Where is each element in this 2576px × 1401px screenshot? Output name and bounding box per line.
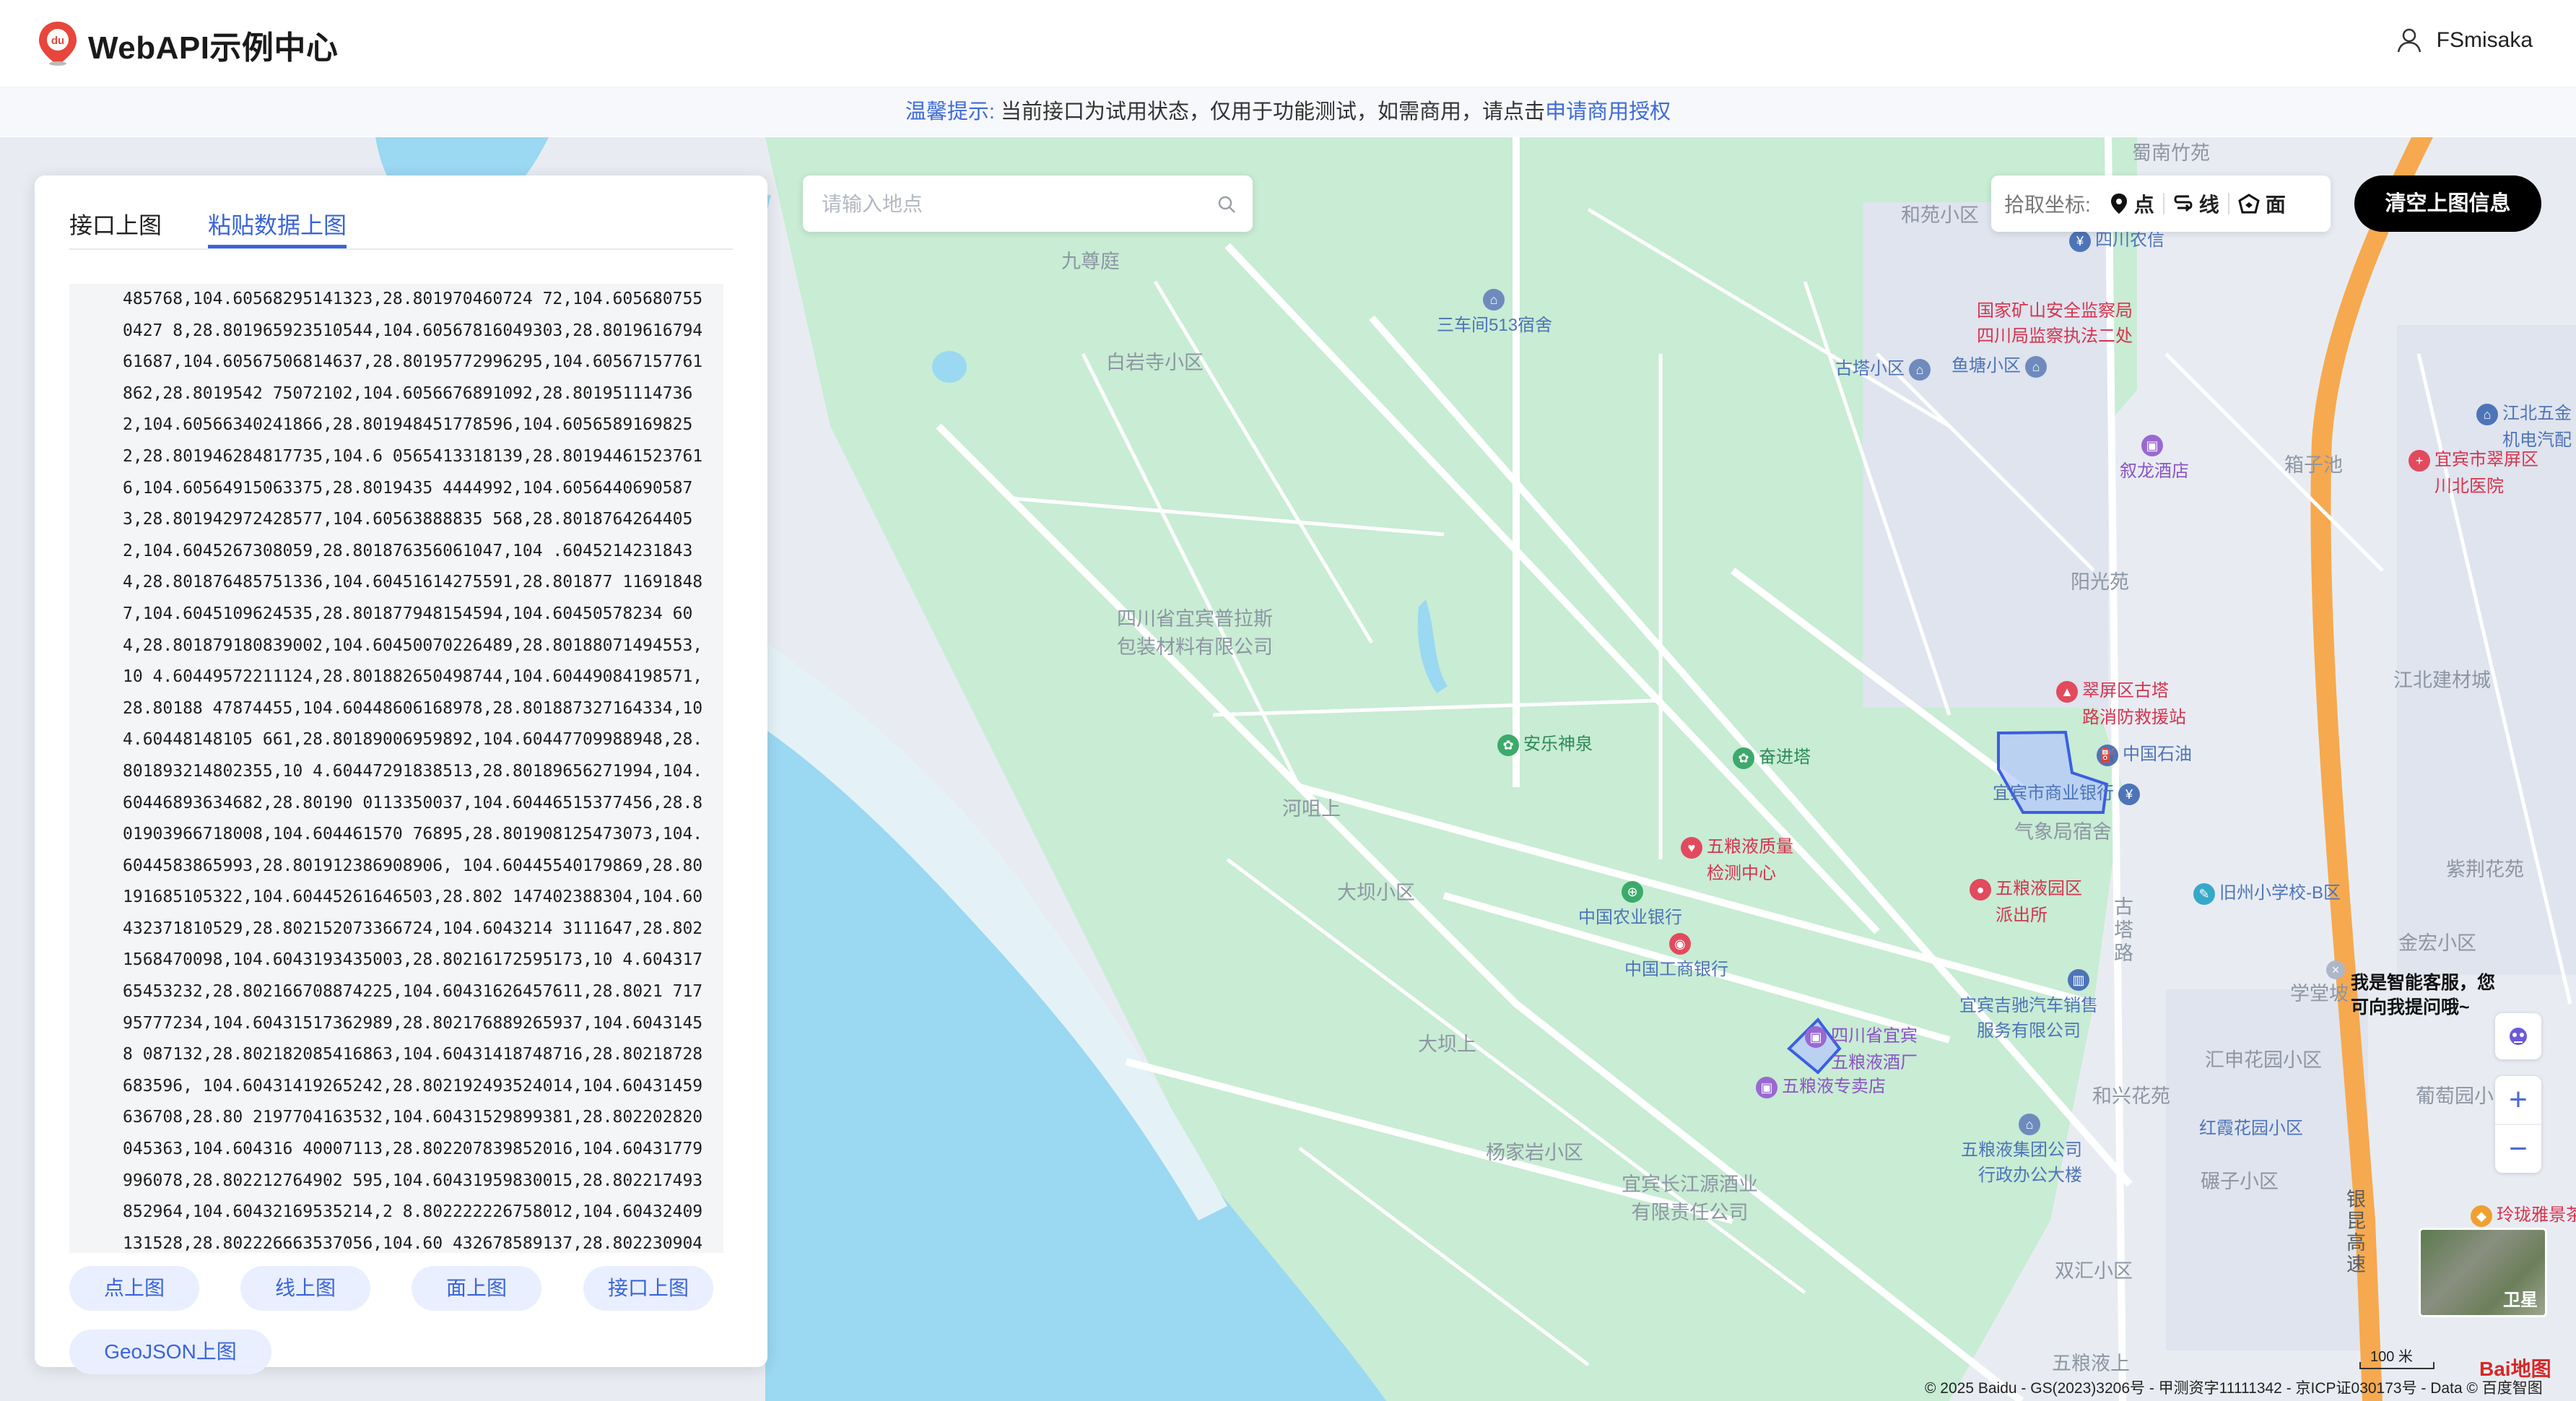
label-qixiang: 气象局宿舍 bbox=[2014, 821, 2112, 843]
top-header: du WebAPI示例中心 FSmisaka bbox=[0, 0, 2576, 87]
zoom-control: + − bbox=[2495, 1076, 2541, 1173]
zoom-in-button[interactable]: + bbox=[2495, 1076, 2541, 1124]
pick-point-button[interactable]: 点 bbox=[2101, 189, 2163, 218]
interface-upload-button[interactable]: 接口上图 bbox=[583, 1266, 713, 1311]
poi-commercial-bank[interactable]: 宜宾市商业银行 ¥ bbox=[1993, 778, 2144, 805]
zoom-out-button[interactable]: − bbox=[2495, 1125, 2541, 1173]
polygon-icon bbox=[2238, 194, 2260, 214]
poi-petrochina[interactable]: ⛽ 中国石油 bbox=[2097, 739, 2192, 766]
assistant-bubble: 我是智能客服，您 可向我提问哦~ bbox=[2331, 958, 2504, 1031]
label-yangguang: 阳光苑 bbox=[2071, 571, 2129, 593]
user-icon bbox=[2397, 28, 2421, 53]
poi-group-office[interactable]: ⌂ 五粮液集团公司 行政办公大楼 bbox=[1961, 1114, 2082, 1186]
poi-xulong-hotel[interactable]: ▣ 叙龙酒店 bbox=[2120, 435, 2189, 482]
poi-quality-center[interactable]: ♥ 五粮液质量 检测中心 bbox=[1681, 832, 1793, 884]
poi-yutang-xiaoqu[interactable]: 鱼塘小区 ⌂ bbox=[1951, 351, 2051, 378]
tab-divider bbox=[69, 248, 733, 250]
clear-map-button[interactable]: 清空上图信息 bbox=[2354, 175, 2541, 232]
polygon-upload-button[interactable]: 面上图 bbox=[412, 1266, 541, 1311]
label-jiuzunting: 九尊庭 bbox=[1061, 251, 1120, 272]
label-jinhong: 金宏小区 bbox=[2398, 932, 2476, 954]
satellite-toggle[interactable]: 卫星 bbox=[2419, 1228, 2547, 1317]
pick-coordinate-toolbar: 拾取坐标: 点 线 面 bbox=[1991, 175, 2331, 232]
panel-tabs: 接口上图 粘贴数据上图 bbox=[69, 190, 347, 248]
poi-fenjinta[interactable]: ✿ 奋进塔 bbox=[1733, 742, 1811, 769]
poi-fire-station[interactable]: ▲ 翠屏区古塔 路消防救援站 bbox=[2056, 676, 2186, 728]
label-dabashang: 大坝上 bbox=[1418, 1033, 1476, 1055]
poi-police-station[interactable]: ● 五粮液园区 派出所 bbox=[1970, 874, 2082, 926]
place-search-box bbox=[803, 175, 1253, 232]
poi-guojia-kuangshan[interactable]: 国家矿山安全监察局 四川局监察执法二处 bbox=[1977, 296, 2133, 347]
geojson-upload-button[interactable]: GeoJSON上图 bbox=[69, 1330, 271, 1374]
username: FSmisaka bbox=[2436, 28, 2533, 52]
tab-interface-upload[interactable]: 接口上图 bbox=[69, 190, 162, 245]
scale-bar bbox=[2359, 1362, 2434, 1369]
label-hebashang: 河咀上 bbox=[1282, 798, 1341, 820]
label-guta-road: 古塔路 bbox=[2114, 896, 2133, 964]
label-yinkun-highway: 银昆高速 bbox=[2346, 1189, 2366, 1275]
apply-license-link[interactable]: 申请商用授权 bbox=[1545, 100, 1671, 123]
label-niezi: 碾子小区 bbox=[2201, 1171, 2279, 1192]
poi-anle-shenquan[interactable]: ✿ 安乐神泉 bbox=[1497, 729, 1593, 756]
poi-jiangbei-wujin[interactable]: ⌂ 江北五金 机电汽配 bbox=[2476, 399, 2572, 451]
svg-text:du: du bbox=[51, 35, 64, 47]
baidu-map-logo-icon[interactable]: du bbox=[35, 20, 81, 66]
poi-jichi-auto[interactable]: ▥ 宜宾吉驰汽车销售 服务有限公司 bbox=[1959, 969, 2098, 1041]
poi-chuanbei-hospital[interactable]: + 宜宾市翠屏区 川北医院 bbox=[2409, 445, 2538, 497]
poi-abc-bank[interactable]: ⊕ 中国农业银行 bbox=[1578, 881, 1682, 928]
location-pin-icon bbox=[2110, 194, 2127, 214]
pick-label: 拾取坐标: bbox=[2004, 194, 2091, 216]
label-puras: 四川省宜宾普拉斯 包装材料有限公司 bbox=[1117, 608, 1273, 658]
point-upload-button[interactable]: 点上图 bbox=[69, 1266, 199, 1311]
poi-hongxia[interactable]: 红霞花园小区 bbox=[2199, 1114, 2303, 1139]
poi-wuliangye-winery[interactable]: ▣ 四川省宜宾 五粮液酒厂 bbox=[1805, 1021, 1918, 1073]
user-menu[interactable]: FSmisaka bbox=[2395, 26, 2533, 55]
label-daba: 大坝小区 bbox=[1337, 882, 1415, 903]
notice-bar: 温馨提示: 当前接口为试用状态，仅用于功能测试，如需商用，请点击申请商用授权 bbox=[0, 87, 2576, 136]
brand-title[interactable]: WebAPI示例中心 bbox=[88, 22, 338, 68]
label-jiangbei-jiancai: 江北建材城 bbox=[2393, 669, 2491, 691]
poi-icbc-bank[interactable]: ◉ 中国工商银行 bbox=[1624, 933, 1728, 980]
label-heyuan: 和苑小区 bbox=[1901, 204, 1979, 226]
label-baiyansi: 白岩寺小区 bbox=[1106, 352, 1204, 373]
assistant-line2: 可向我提问哦~ bbox=[2351, 997, 2470, 1018]
label-zijing: 紫荆花苑 bbox=[2446, 859, 2524, 880]
label-shuanghui: 双汇小区 bbox=[2055, 1260, 2133, 1282]
robot-icon bbox=[2510, 1028, 2527, 1045]
poi-jiuzhou-school[interactable]: ✎ 旧州小学校-B区 bbox=[2193, 878, 2341, 905]
label-yangjiayan: 杨家岩小区 bbox=[1486, 1142, 1583, 1163]
search-icon[interactable] bbox=[1217, 194, 1237, 214]
satellite-label: 卫星 bbox=[2503, 1291, 2538, 1310]
label-huishen: 汇申花园小区 bbox=[2205, 1049, 2322, 1071]
label-hexing: 和兴花苑 bbox=[2092, 1085, 2170, 1107]
copyright-text: © 2025 Baidu - GS(2023)3206号 - 甲测资字11111… bbox=[1925, 1380, 2543, 1397]
pick-polygon-button[interactable]: 面 bbox=[2229, 189, 2294, 218]
label-wuliangye-shang: 五粮液上 bbox=[2052, 1353, 2130, 1374]
poi-sanchejian[interactable]: ⌂ 三车间513宿舍 bbox=[1437, 289, 1552, 336]
upload-panel: 接口上图 粘贴数据上图 485768,104.60568295141323,28… bbox=[35, 175, 767, 1374]
tab-paste-upload[interactable]: 粘贴数据上图 bbox=[208, 190, 347, 248]
line-upload-button[interactable]: 线上图 bbox=[240, 1266, 370, 1311]
notice-text: 当前接口为试用状态，仅用于功能测试，如需商用，请点击 bbox=[1001, 100, 1546, 123]
label-shunan: 蜀南竹苑 bbox=[2132, 142, 2210, 164]
place-search-input[interactable] bbox=[820, 187, 1198, 222]
label-xiangzichi: 箱子池 bbox=[2284, 454, 2343, 476]
label-changjiang-wine: 宜宾长江源酒业 有限责任公司 bbox=[1622, 1174, 1758, 1223]
pick-line-button[interactable]: 线 bbox=[2164, 189, 2228, 218]
poi-specialty-store[interactable]: ▣ 五粮液专卖店 bbox=[1756, 1072, 1886, 1098]
notice-hint: 温馨提示: bbox=[905, 100, 995, 123]
coordinate-data-textarea[interactable]: 485768,104.60568295141323,28.80197046072… bbox=[69, 284, 723, 1253]
poi-linglong-tea[interactable]: ◆玲珑雅景茶园 bbox=[2471, 1200, 2576, 1227]
assistant-button[interactable] bbox=[2495, 1013, 2541, 1059]
assistant-line1: 我是智能客服，您 bbox=[2351, 973, 2496, 993]
poi-guta-xiaoqu[interactable]: 古塔小区 ⌂ bbox=[1835, 354, 1935, 381]
polyline-icon bbox=[2174, 195, 2193, 212]
